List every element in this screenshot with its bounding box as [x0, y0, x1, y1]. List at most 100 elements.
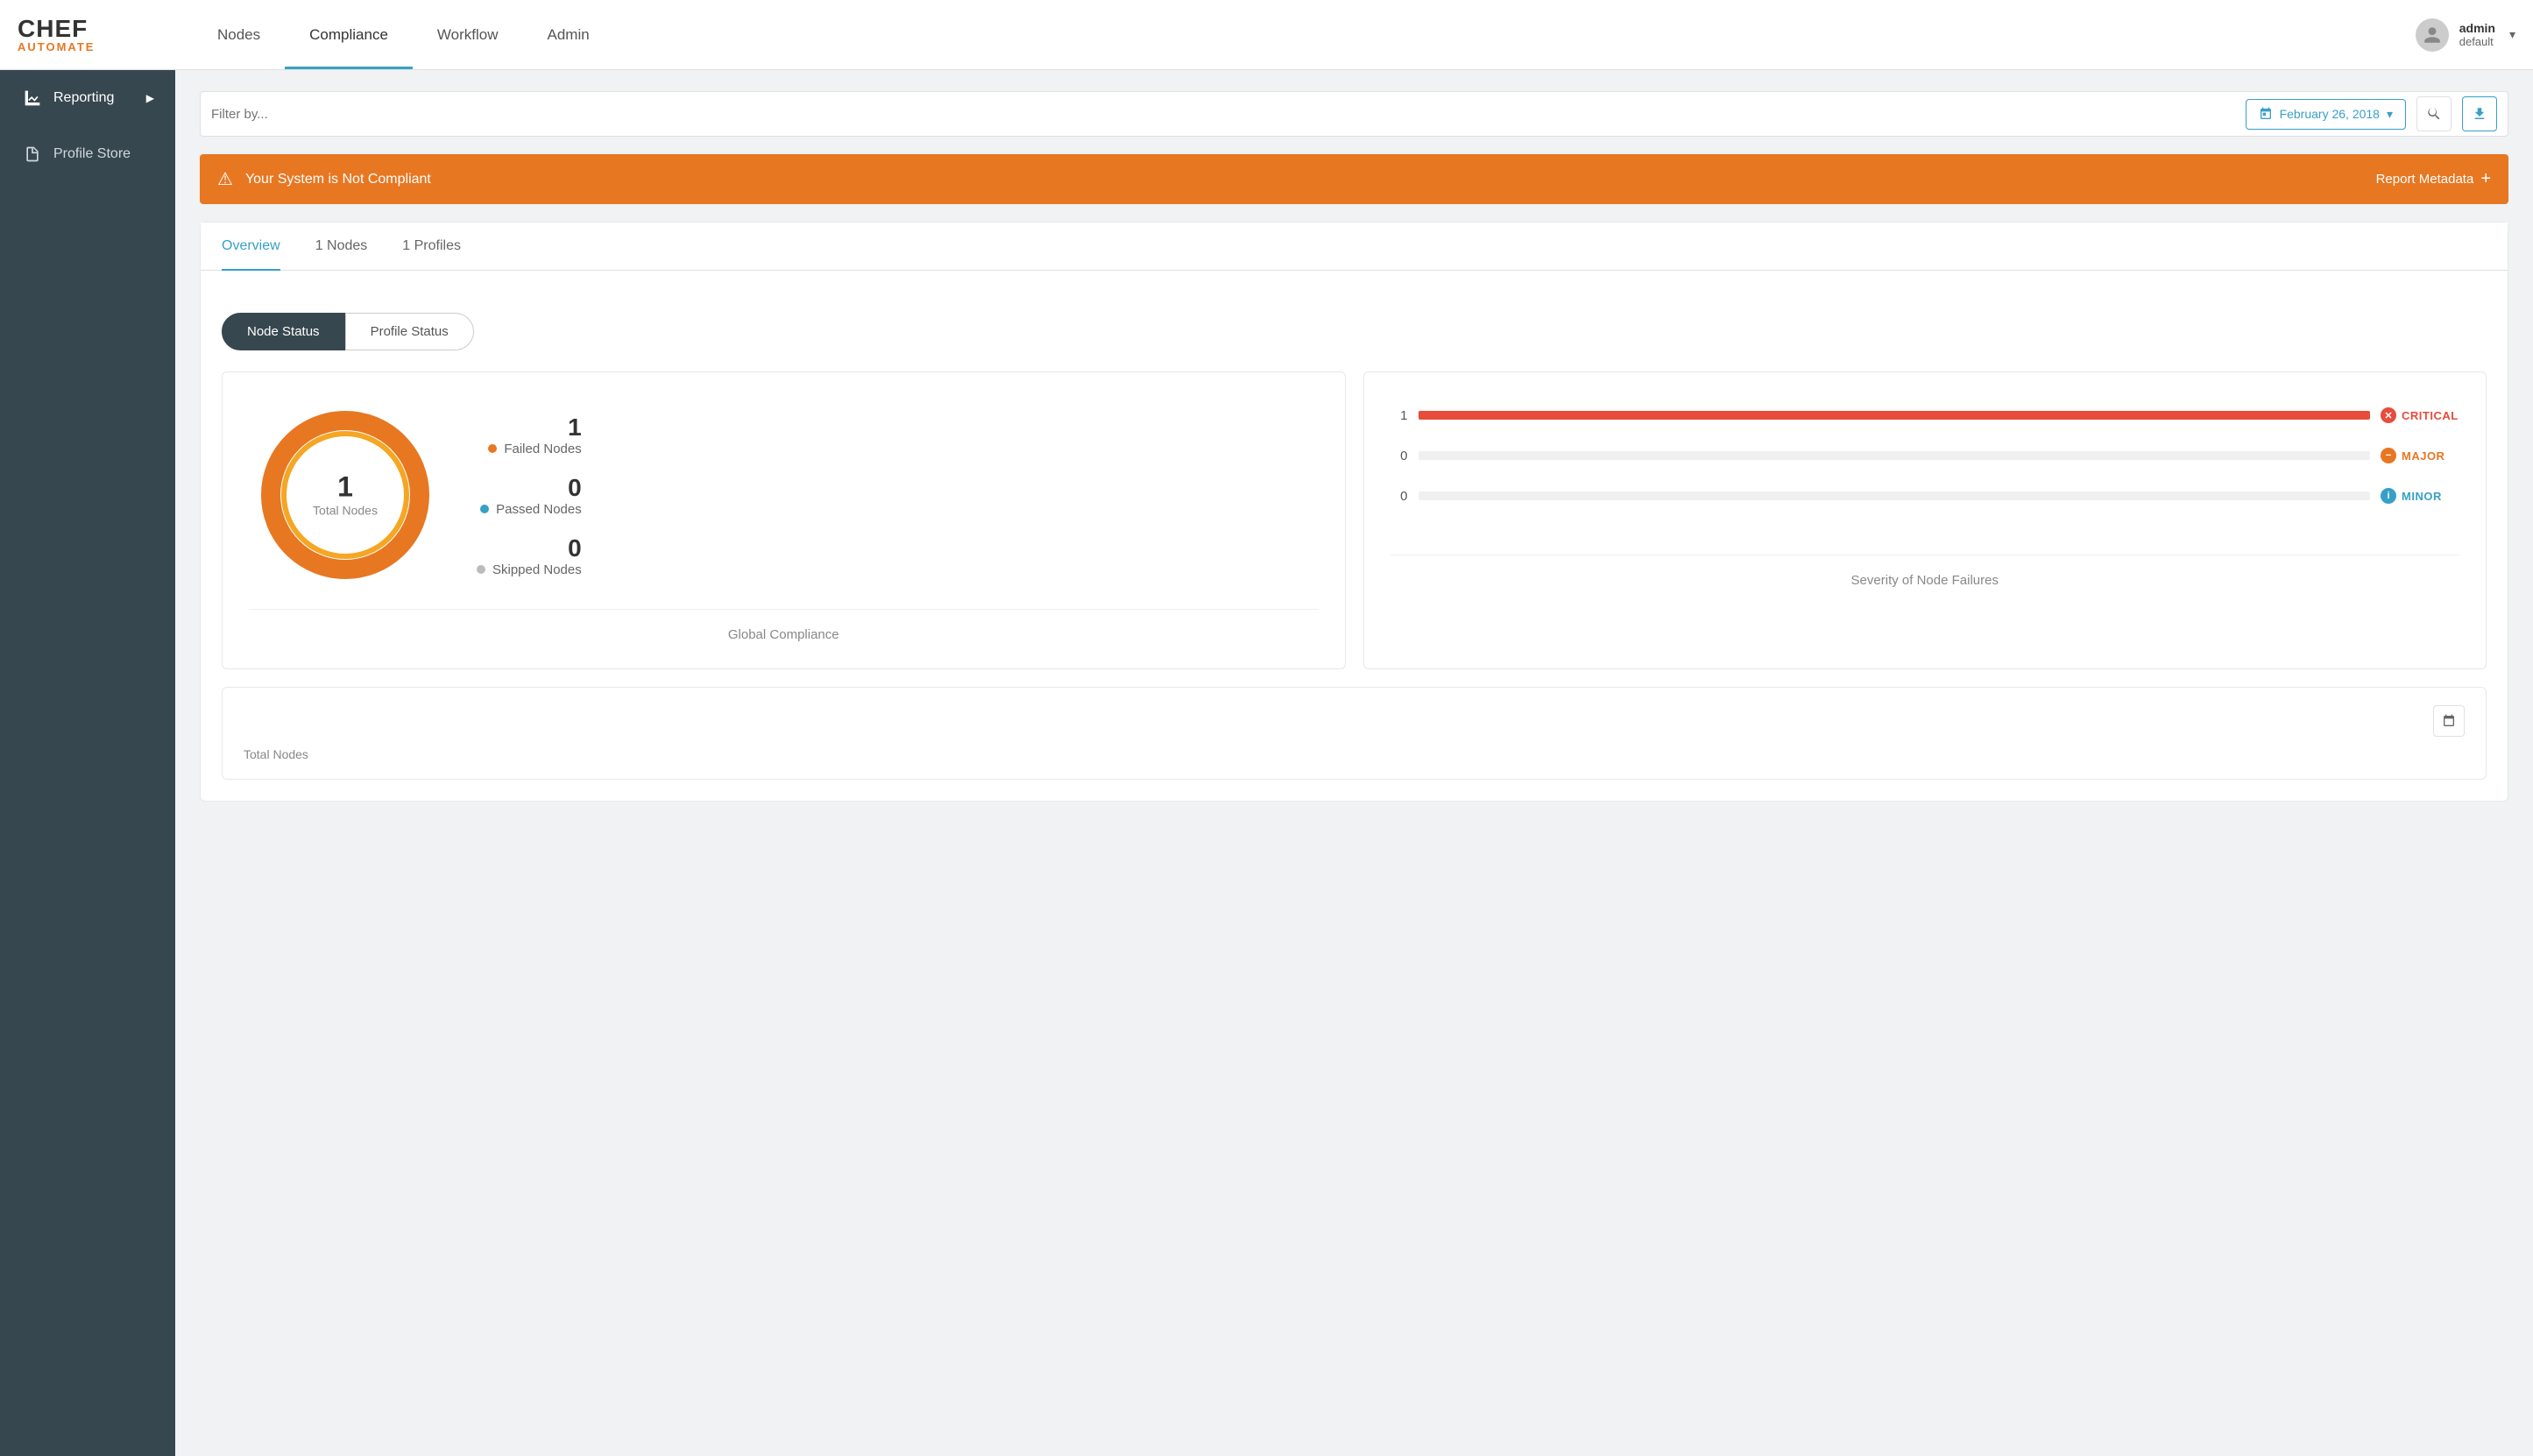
cards-row: 1 Total Nodes 1	[222, 371, 2487, 669]
nav-nodes[interactable]: Nodes	[193, 0, 285, 69]
minor-bar-container	[1419, 491, 2371, 500]
tabs: Overview 1 Nodes 1 Profiles	[201, 223, 2508, 271]
main-layout: Reporting ▶ Profile Store	[0, 70, 2533, 1456]
calendar-icon	[2259, 107, 2273, 121]
failed-nodes-stat: 1 Failed Nodes	[477, 413, 582, 456]
banner-message: Your System is Not Compliant	[245, 172, 2376, 187]
app-container: CHEF AUTOMATE Nodes Compliance Workflow …	[0, 0, 2533, 1456]
compliance-banner: ⚠ Your System is Not Compliant Report Me…	[200, 154, 2508, 204]
critical-label: CRITICAL	[2402, 409, 2459, 422]
major-severity-row: 0 − MAJOR	[1390, 448, 2460, 463]
calendar-small-icon	[2442, 714, 2456, 728]
search-button[interactable]	[2416, 96, 2452, 131]
major-count: 0	[1390, 449, 1408, 463]
avatar	[2416, 18, 2449, 52]
skipped-nodes-stat: 0 Skipped Nodes	[477, 534, 582, 577]
document-icon	[24, 145, 41, 163]
user-info: admin default	[2459, 21, 2495, 48]
severity-chart: 1 ✕ CRITICAL	[1390, 399, 2460, 537]
failed-dot	[488, 444, 497, 453]
critical-count: 1	[1390, 408, 1408, 423]
search-icon	[2426, 106, 2442, 122]
logo-automate-text: AUTOMATE	[18, 41, 95, 53]
content-inner: February 26, 2018 ▾	[175, 70, 2533, 823]
bottom-card: Total Nodes	[222, 687, 2487, 780]
content-area: February 26, 2018 ▾	[175, 70, 2533, 1456]
chevron-down-icon[interactable]: ▾	[2509, 27, 2515, 42]
download-icon	[2472, 106, 2487, 122]
report-metadata-button[interactable]: Report Metadata +	[2376, 169, 2491, 189]
user-area: admin default ▾	[2416, 18, 2515, 52]
date-picker-button[interactable]: February 26, 2018 ▾	[2246, 99, 2406, 130]
arrow-right-icon: ▶	[146, 92, 154, 104]
nav-links: Nodes Compliance Workflow Admin	[193, 0, 614, 69]
sidebar-profile-store-label: Profile Store	[53, 146, 131, 162]
node-status-toggle[interactable]: Node Status	[222, 313, 345, 350]
critical-bar	[1419, 411, 2371, 420]
bottom-total-nodes-label: Total Nodes	[244, 747, 2465, 761]
tab-content: Node Status Profile Status	[201, 292, 2508, 801]
skipped-count: 0	[477, 534, 582, 562]
user-name: admin	[2459, 21, 2495, 35]
major-label-group: − MAJOR	[2381, 448, 2459, 463]
passed-label: Passed Nodes	[496, 502, 582, 517]
logo-area: CHEF AUTOMATE	[18, 17, 158, 53]
sidebar-item-reporting[interactable]: Reporting ▶	[0, 70, 175, 126]
calendar-button[interactable]	[2433, 705, 2465, 737]
major-icon: −	[2381, 448, 2396, 463]
passed-label-row: Passed Nodes	[477, 502, 582, 517]
warning-icon: ⚠	[217, 168, 233, 190]
major-bar-container	[1419, 451, 2371, 460]
severity-footer-label: Severity of Node Failures	[1390, 555, 2460, 588]
critical-severity-row: 1 ✕ CRITICAL	[1390, 407, 2460, 423]
minor-severity-row: 0 i MINOR	[1390, 488, 2460, 504]
node-stats: 1 Failed Nodes 0	[477, 413, 582, 577]
download-button[interactable]	[2462, 96, 2497, 131]
sidebar: Reporting ▶ Profile Store	[0, 70, 175, 1456]
tab-nodes[interactable]: 1 Nodes	[315, 223, 368, 270]
logo-chef-text: CHEF	[18, 17, 95, 41]
failed-label-row: Failed Nodes	[477, 442, 582, 456]
failed-count: 1	[477, 413, 582, 442]
passed-dot	[480, 505, 489, 513]
bottom-card-header	[244, 705, 2465, 737]
total-nodes-label: Total Nodes	[313, 504, 378, 518]
skipped-label: Skipped Nodes	[492, 562, 582, 577]
critical-bar-container	[1419, 411, 2371, 420]
filter-bar: February 26, 2018 ▾	[200, 91, 2508, 137]
tab-overview[interactable]: Overview	[222, 223, 280, 270]
minor-label-group: i MINOR	[2381, 488, 2459, 504]
plus-icon: +	[2480, 169, 2491, 189]
sidebar-reporting-label: Reporting	[53, 90, 114, 106]
minor-count: 0	[1390, 489, 1408, 504]
donut-section: 1 Total Nodes 1	[249, 399, 1319, 591]
chart-icon	[24, 89, 41, 107]
passed-nodes-stat: 0 Passed Nodes	[477, 474, 582, 517]
minor-label: MINOR	[2402, 490, 2442, 503]
failed-label: Failed Nodes	[504, 442, 581, 456]
profile-status-toggle[interactable]: Profile Status	[345, 313, 474, 350]
date-chevron-icon: ▾	[2387, 107, 2393, 122]
major-label: MAJOR	[2402, 449, 2445, 463]
main-card: Overview 1 Nodes 1 Profiles Node Status	[200, 222, 2508, 802]
sidebar-item-profile-store[interactable]: Profile Store	[0, 126, 175, 182]
user-icon	[2423, 25, 2442, 45]
logo: CHEF AUTOMATE	[18, 17, 95, 53]
donut-center: 1 Total Nodes	[313, 471, 378, 519]
report-metadata-label: Report Metadata	[2376, 172, 2474, 187]
nav-workflow[interactable]: Workflow	[413, 0, 523, 69]
donut-chart: 1 Total Nodes	[249, 399, 442, 591]
nav-compliance[interactable]: Compliance	[285, 0, 413, 69]
minor-icon: i	[2381, 488, 2396, 504]
toggle-group: Node Status Profile Status	[222, 313, 2487, 350]
severity-card: 1 ✕ CRITICAL	[1363, 371, 2487, 669]
critical-icon: ✕	[2381, 407, 2396, 423]
total-nodes-count: 1	[313, 471, 378, 504]
filter-input[interactable]	[211, 107, 2235, 122]
tab-profiles[interactable]: 1 Profiles	[402, 223, 461, 270]
nav-admin[interactable]: Admin	[523, 0, 614, 69]
global-compliance-label: Global Compliance	[249, 609, 1319, 642]
passed-count: 0	[477, 474, 582, 502]
global-compliance-card: 1 Total Nodes 1	[222, 371, 1346, 669]
skipped-label-row: Skipped Nodes	[477, 562, 582, 577]
